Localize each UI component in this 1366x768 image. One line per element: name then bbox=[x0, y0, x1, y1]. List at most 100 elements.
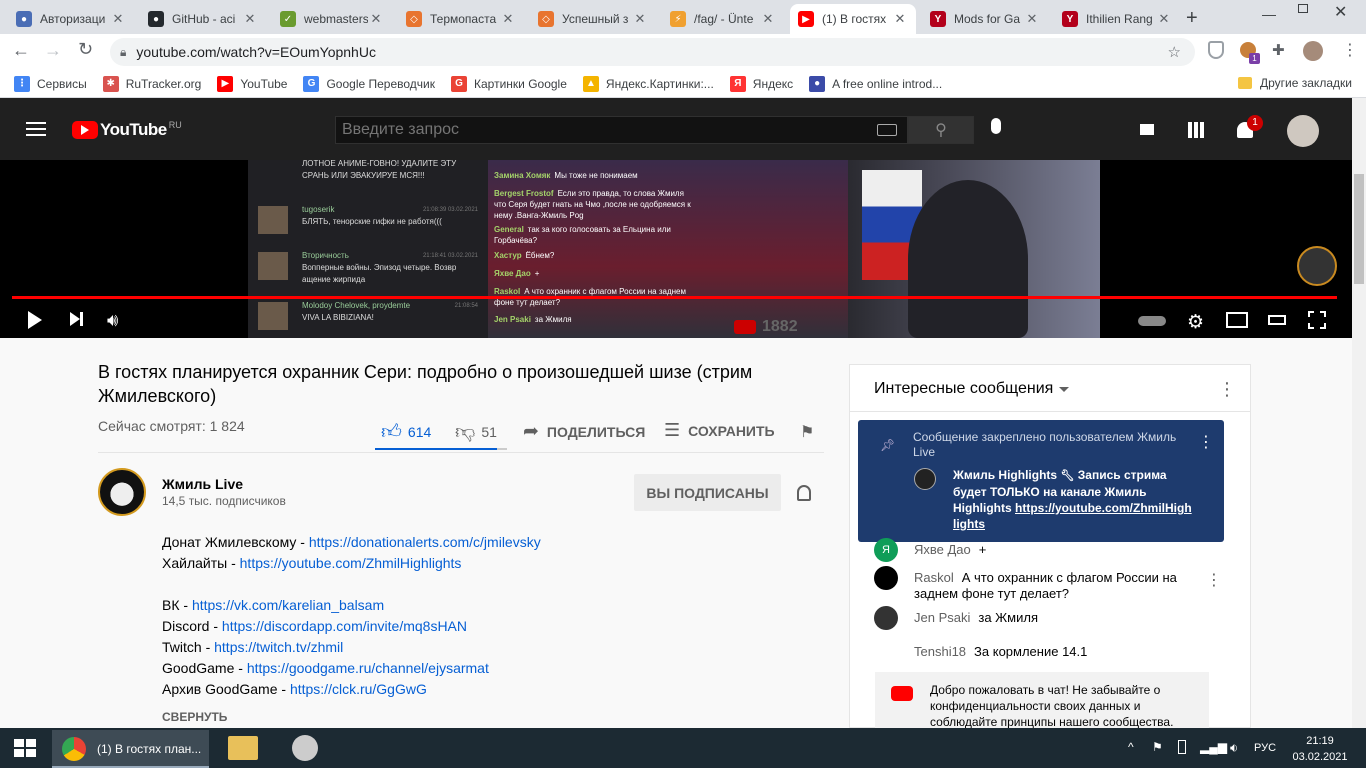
language-indicator[interactable]: РУС bbox=[1254, 742, 1276, 754]
theater-mode-icon[interactable] bbox=[1268, 315, 1286, 325]
save-button[interactable]: ☰ СОХРАНИТЬ bbox=[664, 420, 775, 441]
autoplay-toggle[interactable] bbox=[1138, 316, 1166, 326]
tab-close-icon[interactable]: ✕ bbox=[632, 11, 648, 27]
bookmark-2[interactable]: ▶ YouTube bbox=[217, 75, 287, 92]
tab-close-icon[interactable]: ✕ bbox=[760, 11, 776, 27]
channel-name[interactable]: Жмиль Live bbox=[162, 476, 243, 492]
chat-author[interactable]: Яхве Дао bbox=[914, 542, 971, 557]
chat-message[interactable]: Tenshi18 За кормление 14.1 bbox=[874, 640, 1204, 664]
tab-3[interactable]: ◇ Термопаста ✕ bbox=[398, 4, 524, 34]
chat-author[interactable]: Tenshi18 bbox=[914, 644, 966, 659]
page-scrollbar[interactable] bbox=[1352, 98, 1366, 728]
bookmark-6[interactable]: Я Яндекс bbox=[729, 75, 793, 92]
pinned-more-icon[interactable]: ⋮ bbox=[1198, 432, 1214, 452]
notification-bell-icon[interactable] bbox=[797, 485, 811, 501]
speaker-icon[interactable]: 🔉︎ bbox=[1230, 740, 1238, 756]
channel-watermark[interactable] bbox=[1297, 246, 1337, 286]
hamburger-icon[interactable] bbox=[26, 122, 46, 136]
minimize-button[interactable]: — bbox=[1262, 6, 1276, 22]
tray-flag-icon[interactable]: ⚑ bbox=[1152, 740, 1163, 754]
description-link[interactable]: https://discordapp.com/invite/mq8sHAN bbox=[222, 618, 467, 634]
keyboard-icon[interactable] bbox=[877, 124, 897, 136]
tab-7[interactable]: Y Mods for Ga ✕ bbox=[922, 4, 1048, 34]
tab-2[interactable]: ✓ webmasters ✕ bbox=[272, 4, 392, 34]
tab-close-icon[interactable]: ✕ bbox=[1156, 11, 1172, 27]
next-icon[interactable] bbox=[70, 312, 83, 326]
windows-start-icon[interactable] bbox=[14, 739, 36, 757]
like-button[interactable]: 👍︎ 614 bbox=[381, 420, 431, 444]
description-link[interactable]: https://clck.ru/GgGwG bbox=[290, 681, 427, 697]
volume-icon[interactable]: 🔊︎ bbox=[107, 310, 118, 331]
chat-author[interactable]: Jen Psaki bbox=[914, 610, 970, 625]
subscribed-button[interactable]: ВЫ ПОДПИСАНЫ bbox=[634, 474, 781, 511]
progress-track[interactable] bbox=[12, 296, 1337, 299]
tab-0[interactable]: ● Авторизаци ✕ bbox=[8, 4, 134, 34]
account-avatar[interactable] bbox=[1287, 115, 1319, 147]
video-player[interactable]: ЛОТНОЕ АНИМЕ-ГОВНО! УДАЛИТЕ ЭТУ СРАНЬ ИЛ… bbox=[0, 160, 1352, 338]
search-input[interactable] bbox=[336, 121, 877, 139]
chat-more-icon[interactable]: ⋮ bbox=[1218, 379, 1236, 400]
report-flag-icon[interactable]: ⚑ bbox=[800, 422, 814, 442]
back-icon[interactable]: ← bbox=[12, 40, 30, 61]
share-button[interactable]: ➦ ПОДЕЛИТЬСЯ bbox=[523, 420, 645, 443]
apps-grid-icon[interactable] bbox=[1188, 122, 1204, 138]
search-box[interactable] bbox=[335, 116, 908, 144]
file-explorer-icon[interactable] bbox=[228, 736, 258, 760]
tab-close-icon[interactable]: ✕ bbox=[242, 11, 258, 27]
menu-icon[interactable]: ⋮ bbox=[1342, 40, 1358, 60]
description-link[interactable]: https://goodgame.ru/channel/ejysarmat bbox=[247, 660, 489, 676]
shield-icon[interactable] bbox=[1208, 41, 1224, 59]
bookmark-4[interactable]: G Картинки Google bbox=[451, 75, 567, 92]
chat-author[interactable]: Raskol bbox=[914, 570, 954, 585]
settings-gear-icon[interactable]: ⚙ bbox=[1187, 311, 1204, 334]
profile-avatar[interactable] bbox=[1303, 41, 1323, 61]
create-video-icon[interactable] bbox=[1140, 124, 1154, 135]
bookmark-7[interactable]: ● A free online introd... bbox=[809, 75, 942, 92]
play-icon[interactable] bbox=[28, 311, 42, 329]
dislike-button[interactable]: 👎︎ 51 bbox=[455, 420, 497, 444]
other-bookmarks[interactable]: Другие закладки bbox=[1238, 76, 1352, 90]
channel-avatar[interactable] bbox=[98, 468, 146, 516]
description-link[interactable]: https://donationalerts.com/c/jmilevsky bbox=[309, 534, 541, 550]
scrollbar-thumb[interactable] bbox=[1354, 174, 1364, 284]
chat-message[interactable]: Jen Psaki за Жмиля bbox=[874, 606, 1204, 630]
tab-close-icon[interactable]: ✕ bbox=[500, 11, 516, 27]
chrome-task[interactable]: (1) В гостях план... bbox=[52, 730, 209, 768]
pinned-message-banner[interactable]: 📌︎ Сообщение закреплено пользователем Жм… bbox=[858, 420, 1224, 542]
fullscreen-icon[interactable] bbox=[1308, 311, 1326, 329]
description-link[interactable]: https://youtube.com/ZhmilHighlights bbox=[240, 555, 462, 571]
collapse-button[interactable]: СВЕРНУТЬ bbox=[162, 710, 227, 724]
clock[interactable]: 21:19 03.02.2021 bbox=[1290, 733, 1350, 765]
tab-6[interactable]: ▶ (1) В гостях ✕ bbox=[790, 4, 916, 34]
tab-1[interactable]: ● GitHub - aci ✕ bbox=[140, 4, 266, 34]
network-icon[interactable]: ▂▄▆ bbox=[1200, 740, 1227, 754]
search-button[interactable]: ⚲ bbox=[908, 116, 974, 144]
chat-message[interactable]: Raskol А что охранник с флагом России на … bbox=[874, 566, 1204, 602]
tab-close-icon[interactable]: ✕ bbox=[110, 11, 126, 27]
miniplayer-icon[interactable] bbox=[1226, 312, 1248, 328]
bookmark-3[interactable]: G Google Переводчик bbox=[303, 75, 435, 92]
tab-4[interactable]: ◇ Успешный з ✕ bbox=[530, 4, 656, 34]
battery-icon[interactable] bbox=[1178, 740, 1186, 754]
new-tab-button[interactable]: + bbox=[1186, 7, 1198, 30]
tab-8[interactable]: Y Ithilien Rang ✕ bbox=[1054, 4, 1180, 34]
chat-message-more-icon[interactable]: ⋮ bbox=[1206, 570, 1222, 590]
pinned-app-icon[interactable] bbox=[292, 735, 318, 761]
reload-icon[interactable]: ↻ bbox=[78, 39, 93, 60]
tab-close-icon[interactable]: ✕ bbox=[368, 11, 384, 27]
description-link[interactable]: https://twitch.tv/zhmil bbox=[214, 639, 343, 655]
tab-5[interactable]: ⚡ /fag/ - Ünte ✕ bbox=[662, 4, 784, 34]
mic-icon[interactable] bbox=[991, 118, 1001, 134]
forward-icon[interactable]: → bbox=[44, 40, 62, 61]
chat-message[interactable]: Я Яхве Дао + bbox=[874, 538, 1204, 562]
bookmark-star-icon[interactable]: ☆ bbox=[1168, 43, 1181, 61]
chat-mode-selector[interactable]: Интересные сообщения bbox=[874, 380, 1070, 398]
youtube-logo[interactable]: YouTube RU bbox=[72, 120, 182, 140]
description-link[interactable]: https://vk.com/karelian_balsam bbox=[192, 597, 384, 613]
tray-chevron-icon[interactable]: ^ bbox=[1128, 740, 1134, 754]
puzzle-icon[interactable]: ✚ bbox=[1272, 41, 1285, 59]
bookmark-5[interactable]: ▲ Яндекс.Картинки:... bbox=[582, 75, 714, 92]
bookmark-0[interactable]: ⋮ Сервисы bbox=[14, 75, 87, 92]
tab-close-icon[interactable]: ✕ bbox=[892, 11, 908, 27]
restore-button[interactable] bbox=[1298, 4, 1308, 13]
